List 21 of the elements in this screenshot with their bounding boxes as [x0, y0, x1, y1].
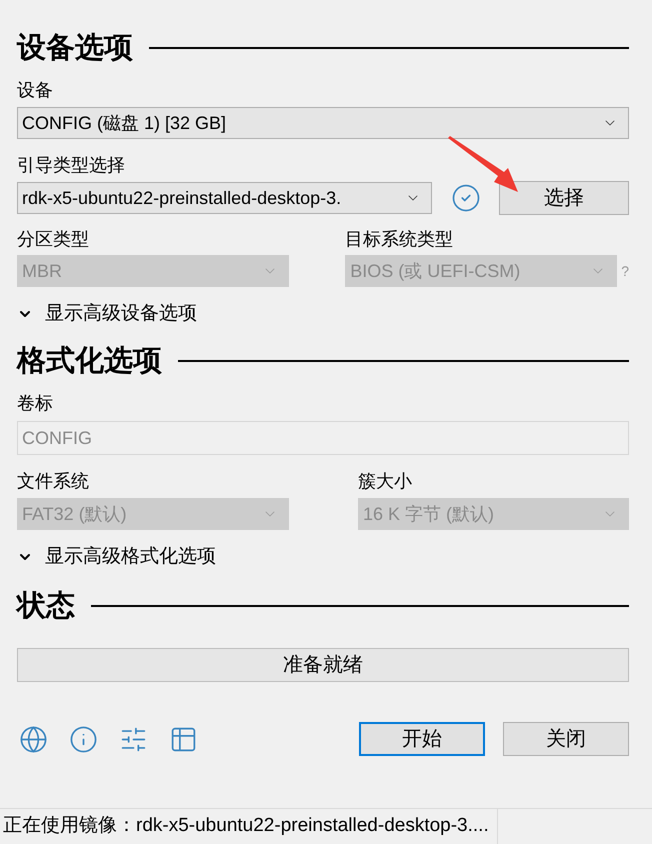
- advanced-toggle[interactable]: 显示高级设备选项: [17, 299, 197, 329]
- field-label: 分区类型: [17, 228, 90, 251]
- dialog-button[interactable]: 开始: [359, 722, 485, 756]
- field-label: 目标系统类型: [345, 228, 454, 251]
- field-label: 引导类型选择: [17, 155, 125, 175]
- select-button[interactable]: 选择: [499, 181, 629, 215]
- section-heading: 格式化选项: [17, 346, 162, 376]
- advanced-toggle[interactable]: 显示高级格式化选项: [17, 542, 216, 572]
- check-icon: [451, 183, 481, 213]
- dropdown[interactable]: rdk-x5-ubuntu22-preinstalled-desktop-3.: [17, 182, 432, 214]
- section-heading: 设备选项: [17, 34, 133, 62]
- info-icon[interactable]: [69, 724, 98, 754]
- field-label: 设备: [17, 80, 53, 100]
- globe-icon[interactable]: [19, 724, 48, 754]
- status-text: 正在使用镜像：rdk-x5-ubuntu22-preinstalled-desktop-3....: [0, 809, 498, 844]
- field-label: 簇大小: [358, 470, 413, 493]
- section-heading: 状态: [17, 592, 75, 620]
- dialog-button[interactable]: 关闭: [503, 722, 629, 756]
- dropdown[interactable]: CONFIG (磁盘 1) [32 GB]: [17, 107, 629, 139]
- field-label: 卷标: [17, 393, 53, 413]
- field-label: 文件系统: [17, 470, 90, 493]
